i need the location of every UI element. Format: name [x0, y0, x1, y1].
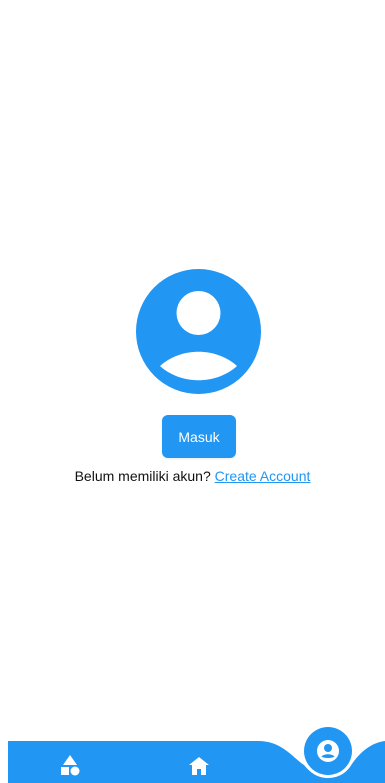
create-account-link[interactable]: Create Account	[215, 468, 311, 484]
account-circle-icon	[317, 740, 339, 762]
signup-prompt-text: Belum memiliki akun?	[74, 468, 211, 484]
nav-home-button[interactable]	[187, 755, 211, 777]
nav-profile-button[interactable]	[304, 727, 352, 775]
home-icon	[189, 757, 209, 775]
shapes-icon	[61, 755, 80, 776]
signup-prompt: Belum memiliki akun? Create Account	[0, 468, 385, 484]
avatar	[136, 269, 261, 394]
nav-shapes-button[interactable]	[58, 754, 82, 776]
login-button[interactable]: Masuk	[162, 415, 236, 458]
